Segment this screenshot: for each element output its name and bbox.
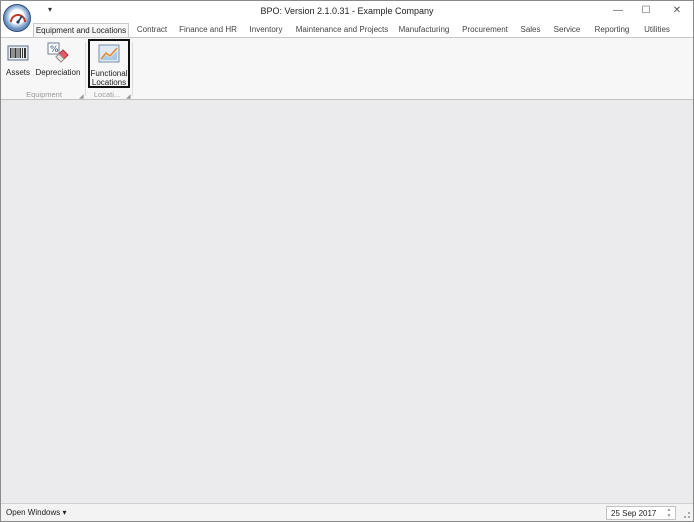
- functional-label-line1: Functional: [90, 69, 128, 78]
- tab-finance-and-hr[interactable]: Finance and HR: [177, 23, 239, 38]
- spin-down-icon[interactable]: ▼: [665, 513, 673, 519]
- tab-sales[interactable]: Sales: [518, 23, 543, 38]
- date-value: 25 Sep 2017: [611, 509, 657, 518]
- tab-inventory[interactable]: Inventory: [245, 23, 287, 38]
- depreciation-label: Depreciation: [35, 68, 81, 77]
- assets-label: Assets: [5, 68, 30, 77]
- tab-reporting[interactable]: Reporting: [591, 23, 633, 38]
- tab-service[interactable]: Service: [551, 23, 583, 38]
- barcode-icon: [7, 42, 29, 64]
- tab-contract[interactable]: Contract: [132, 23, 172, 38]
- group-label-equipment: Equipment: [26, 90, 62, 99]
- percent-eraser-icon: %: [47, 42, 69, 64]
- locations-group-launcher-icon[interactable]: ◢: [126, 93, 131, 100]
- depreciation-button[interactable]: % Depreciation: [35, 40, 81, 77]
- workspace: [1, 101, 693, 503]
- date-field[interactable]: 25 Sep 2017 ▲ ▼: [606, 506, 676, 520]
- group-separator: [132, 42, 133, 96]
- date-spinner[interactable]: ▲ ▼: [665, 507, 673, 519]
- window-title: BPO: Version 2.1.0.31 - Example Company: [260, 6, 434, 16]
- resize-grip-icon[interactable]: [684, 512, 690, 518]
- tab-procurement[interactable]: Procurement: [459, 23, 511, 38]
- ribbon-tabs: Equipment and Locations Contract Finance…: [1, 22, 693, 39]
- tab-maintenance-and-projects[interactable]: Maintenance and Projects: [295, 23, 389, 38]
- svg-text:%: %: [50, 45, 59, 55]
- app-window: ▾ BPO: Version 2.1.0.31 - Example Compan…: [0, 0, 694, 522]
- tab-utilities[interactable]: Utilities: [639, 23, 675, 38]
- maximize-button[interactable]: ☐: [639, 5, 653, 17]
- equipment-group-launcher-icon[interactable]: ◢: [79, 93, 84, 100]
- assets-button[interactable]: Assets: [4, 40, 32, 77]
- title-bar: ▾ BPO: Version 2.1.0.31 - Example Compan…: [1, 1, 693, 32]
- close-button[interactable]: ✕: [670, 5, 684, 17]
- app-logo-gauge-icon[interactable]: [3, 4, 31, 32]
- group-separator: [85, 42, 86, 96]
- functional-locations-button[interactable]: Functional Locations: [88, 39, 130, 88]
- group-label-locations: Locati...: [93, 90, 121, 99]
- chart-map-icon: [98, 43, 120, 65]
- tab-manufacturing[interactable]: Manufacturing: [396, 23, 452, 38]
- status-bar: Open Windows ▾ 25 Sep 2017 ▲ ▼: [1, 503, 693, 521]
- open-windows-dropdown[interactable]: Open Windows ▾: [6, 508, 66, 517]
- functional-label-line2: Locations: [91, 78, 127, 87]
- minimize-button[interactable]: —: [611, 5, 625, 17]
- ribbon-panel: Assets % Depreciation Equipment ◢ Functi…: [1, 37, 693, 100]
